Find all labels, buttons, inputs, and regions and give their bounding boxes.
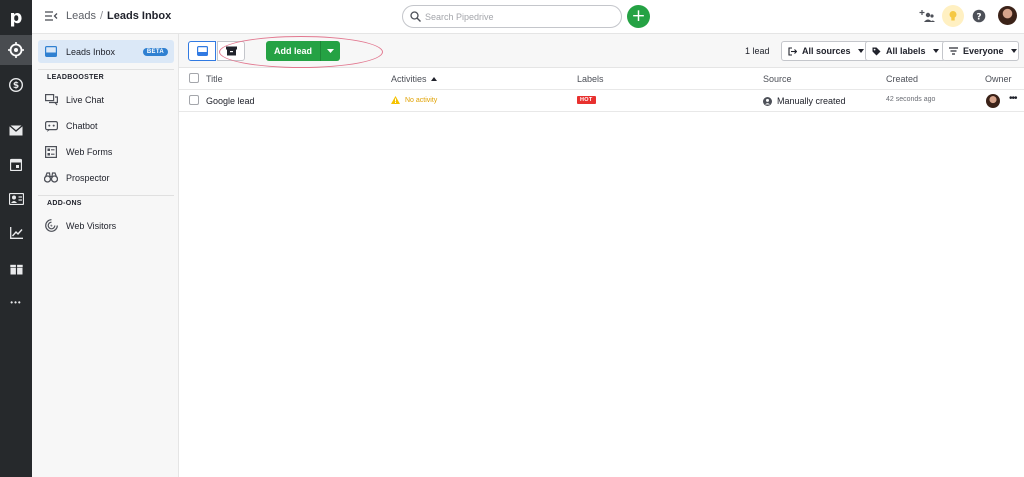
row-more-actions-icon[interactable]: ••• (1009, 93, 1017, 104)
owner-avatar[interactable] (986, 94, 1000, 108)
beta-badge: BETA (142, 47, 168, 56)
leads-nav-target-icon[interactable] (0, 35, 32, 65)
lead-count: 1 lead (745, 46, 770, 56)
user-avatar[interactable] (998, 6, 1017, 25)
svg-text:$: $ (13, 81, 19, 91)
sidebar-item-label: Web Visitors (66, 220, 117, 231)
filter-funnel-icon (949, 47, 958, 55)
row-checkbox[interactable] (189, 95, 199, 105)
deals-nav-dollar-icon[interactable]: $ (0, 70, 32, 100)
chevron-down-icon (932, 49, 939, 53)
lightbulb-icon[interactable] (942, 5, 964, 27)
nav-rail: p $ ••• (0, 0, 32, 477)
sidebar-item-label: Leads Inbox (66, 46, 116, 57)
page-title: Leads Inbox (107, 10, 172, 22)
breadcrumb-separator: / (99, 10, 104, 22)
activity-status-label: No activity (405, 96, 438, 104)
sidebar-item-web-forms[interactable]: Web Forms (38, 140, 174, 163)
sidebar-item-label: Chatbot (66, 120, 98, 131)
select-all-checkbox[interactable] (189, 73, 199, 83)
column-header-activities[interactable]: Activities (391, 74, 437, 84)
tag-icon (872, 47, 881, 56)
column-header-activities-label: Activities (391, 74, 427, 84)
column-header-title[interactable]: Title (206, 74, 223, 84)
inbox-view-button[interactable] (188, 41, 216, 61)
search-box (402, 5, 622, 28)
sidebar-item-web-visitors[interactable]: Web Visitors (38, 214, 174, 237)
owner-filter[interactable]: Everyone (942, 41, 1019, 61)
mail-nav-icon[interactable] (0, 115, 32, 145)
chevron-down-icon (857, 49, 864, 53)
collapse-menu-icon[interactable] (44, 9, 58, 23)
table-row[interactable]: Google lead No activity HOT Manually cre… (179, 90, 1024, 112)
sidebar-item-prospector[interactable]: Prospector (38, 166, 174, 189)
lead-title[interactable]: Google lead (206, 96, 255, 106)
sidebar-item-chatbot[interactable]: Chatbot (38, 114, 174, 137)
radar-icon (44, 219, 58, 233)
owner-filter-label: Everyone (963, 46, 1004, 56)
table-header: Title Activities Labels Source Created O… (179, 68, 1024, 90)
calendar-nav-icon[interactable] (0, 149, 32, 179)
sidebar-item-live-chat[interactable]: Live Chat (38, 88, 174, 111)
sources-filter-label: All sources (802, 46, 851, 56)
form-icon (44, 145, 58, 159)
insights-nav-chart-icon[interactable] (0, 218, 32, 248)
pipedrive-logo[interactable]: p (0, 0, 32, 34)
marketplace-nav-gift-icon[interactable] (0, 253, 32, 283)
leads-sidebar: Leads Inbox BETA LEADBOOSTER Live Chat C… (32, 34, 179, 477)
hot-label-badge: HOT (577, 96, 596, 104)
top-bar: Leads/Leads Inbox + ? (32, 0, 1024, 34)
column-header-owner[interactable]: Owner (985, 74, 1012, 84)
chat-icon (44, 93, 58, 107)
activity-status: No activity (391, 96, 437, 104)
leads-table: Title Activities Labels Source Created O… (179, 68, 1024, 112)
sidebar-item-leads-inbox[interactable]: Leads Inbox BETA (38, 40, 174, 63)
lead-created: 42 seconds ago (886, 96, 936, 103)
annotation-highlight-oval (219, 36, 383, 68)
inbox-icon (196, 46, 208, 56)
labels-filter-label: All labels (886, 46, 926, 56)
leads-toolbar: Add lead 1 lead All sources All labels E… (179, 34, 1024, 68)
sidebar-item-label: Live Chat (66, 94, 105, 105)
labels-filter[interactable]: All labels (865, 41, 946, 61)
chevron-down-icon (1010, 49, 1017, 53)
more-nav-icon[interactable]: ••• (0, 287, 32, 317)
invite-users-icon[interactable] (918, 7, 936, 25)
warning-icon (391, 96, 400, 104)
search-input[interactable] (425, 10, 615, 24)
search-icon (410, 11, 421, 22)
help-icon[interactable]: ? (970, 7, 988, 25)
source-arrow-icon (788, 46, 797, 56)
sidebar-item-label: Prospector (66, 172, 110, 183)
binoculars-icon (44, 171, 58, 185)
column-header-source[interactable]: Source (763, 74, 792, 84)
chatbot-icon (44, 119, 58, 133)
contacts-nav-icon[interactable] (0, 184, 32, 214)
sort-ascending-icon (430, 77, 437, 81)
sources-filter[interactable]: All sources (781, 41, 871, 61)
breadcrumb-leads[interactable]: Leads (66, 10, 96, 22)
column-header-created[interactable]: Created (886, 74, 918, 84)
addons-heading: ADD-ONS (47, 200, 82, 207)
divider (38, 195, 174, 196)
inbox-icon (44, 45, 58, 59)
column-header-labels[interactable]: Labels (577, 74, 604, 84)
person-icon (763, 97, 772, 106)
quick-add-button[interactable]: + (627, 5, 650, 28)
sidebar-item-label: Web Forms (66, 146, 113, 157)
leadbooster-heading: LEADBOOSTER (47, 74, 104, 81)
breadcrumb: Leads / Leads Inbox (66, 10, 171, 22)
svg-text:?: ? (976, 12, 981, 22)
divider (38, 69, 174, 70)
lead-source: Manually created (777, 96, 846, 106)
